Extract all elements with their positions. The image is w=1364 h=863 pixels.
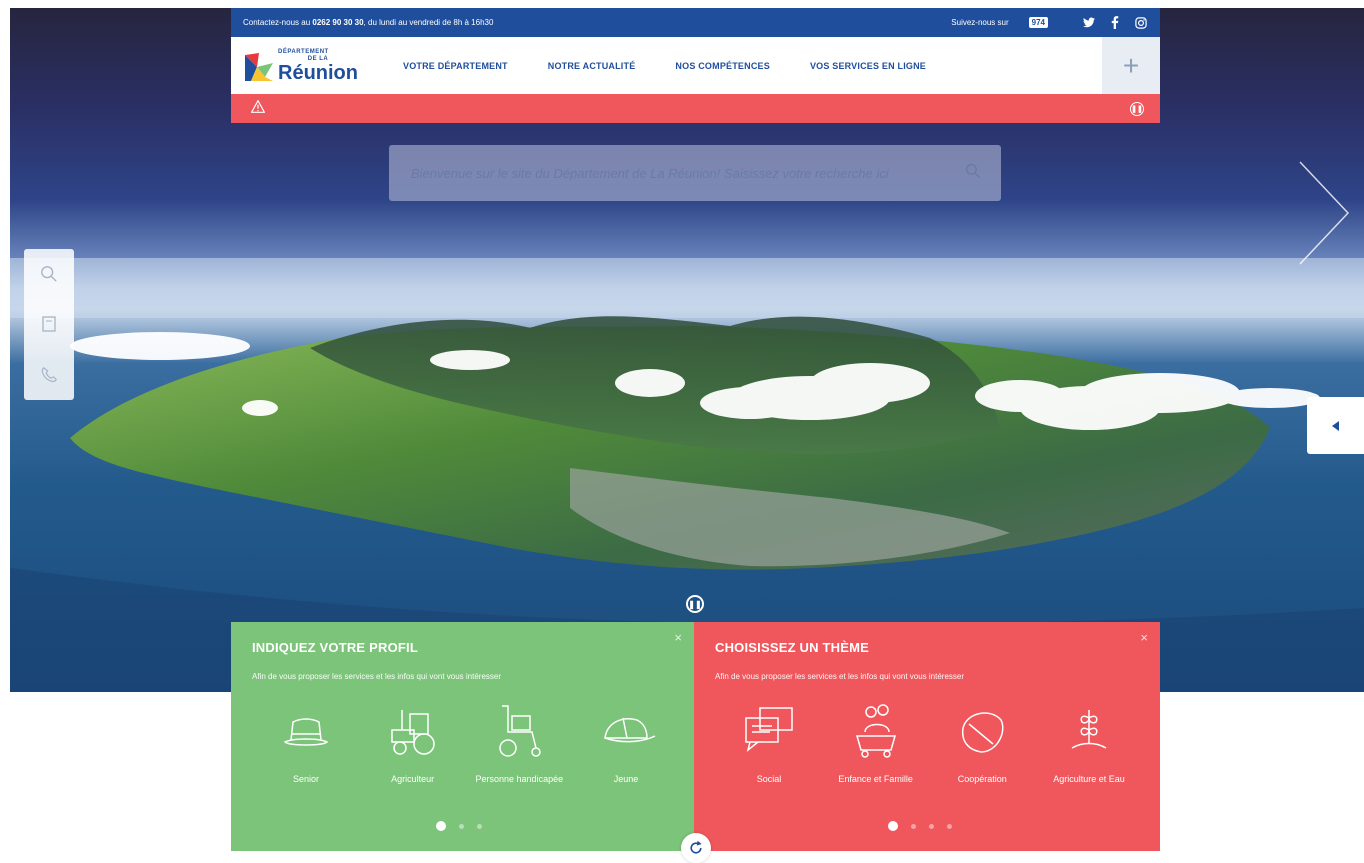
pagination-dot[interactable] bbox=[477, 823, 482, 829]
alert-bar: ❚❚ bbox=[231, 94, 1160, 123]
side-panel-toggle[interactable] bbox=[1307, 397, 1364, 454]
theme-subtitle: Afin de vous proposer les services et le… bbox=[715, 672, 965, 681]
nav-notre-actualite[interactable]: NOTRE ACTUALITÉ bbox=[548, 61, 636, 71]
theme-card: × CHOISISSEZ UN THÈME Afin de vous propo… bbox=[694, 622, 1160, 851]
alert-pause-icon[interactable]: ❚❚ bbox=[1130, 101, 1144, 116]
theme-pagination bbox=[888, 821, 965, 831]
nav-nos-competences[interactable]: NOS COMPÉTENCES bbox=[675, 61, 770, 71]
search-box bbox=[389, 145, 1001, 201]
profile-item-senior[interactable]: Senior bbox=[256, 702, 356, 784]
follow-label: Suivez-nous sur bbox=[951, 18, 1009, 27]
pagination-dot[interactable] bbox=[929, 823, 934, 829]
profile-item-handicape[interactable]: Personne handicapée bbox=[469, 702, 569, 784]
side-phone-icon[interactable] bbox=[38, 364, 60, 386]
logo-line1: DÉPARTEMENT bbox=[278, 48, 329, 55]
side-tools bbox=[24, 249, 74, 400]
main-nav: VOTRE DÉPARTEMENT NOTRE ACTUALITÉ NOS CO… bbox=[403, 61, 966, 71]
pagination-dot[interactable] bbox=[436, 821, 446, 831]
pagination-dot[interactable] bbox=[888, 821, 898, 831]
profile-subtitle: Afin de vous proposer les services et le… bbox=[252, 672, 502, 681]
theme-item-enfance-famille[interactable]: Enfance et Famille bbox=[826, 702, 926, 784]
warning-icon bbox=[250, 98, 266, 118]
plant-icon bbox=[1071, 710, 1107, 749]
search-icon[interactable] bbox=[965, 163, 981, 184]
profile-item-jeune[interactable]: Jeune bbox=[576, 702, 676, 784]
nav-votre-departement[interactable]: VOTRE DÉPARTEMENT bbox=[403, 61, 508, 71]
refresh-icon[interactable] bbox=[681, 833, 711, 863]
hero-pause-icon[interactable]: ❚❚ bbox=[686, 595, 704, 613]
facebook-icon[interactable] bbox=[1108, 16, 1122, 30]
logo[interactable]: DÉPARTEMENT DE LA Réunion bbox=[243, 49, 383, 83]
theme-item-agriculture-eau[interactable]: Agriculture et Eau bbox=[1039, 702, 1139, 784]
cap-icon bbox=[604, 717, 656, 743]
profile-pagination bbox=[436, 821, 495, 831]
side-search-icon[interactable] bbox=[38, 263, 60, 285]
family-icon bbox=[855, 704, 896, 758]
contact-phone[interactable]: 0262 90 30 30 bbox=[312, 18, 363, 27]
tractor-icon bbox=[390, 710, 435, 755]
profile-card: × INDIQUEZ VOTRE PROFIL Afin de vous pro… bbox=[231, 622, 694, 851]
theme-title: CHOISISSEZ UN THÈME bbox=[715, 640, 870, 655]
contact-info: Contactez-nous au 0262 90 30 30, du lund… bbox=[243, 18, 494, 27]
logo-name: Réunion bbox=[278, 61, 358, 84]
hat-icon bbox=[283, 718, 329, 746]
instagram-icon[interactable] bbox=[1134, 16, 1148, 30]
side-document-icon[interactable] bbox=[38, 313, 60, 335]
badge-974[interactable]: 974 bbox=[1028, 17, 1048, 28]
nav-vos-services-en-ligne[interactable]: VOS SERVICES EN LIGNE bbox=[810, 61, 926, 71]
slider-next-arrow[interactable] bbox=[1296, 160, 1356, 266]
profile-title: INDIQUEZ VOTRE PROFIL bbox=[252, 640, 418, 655]
theme-item-social[interactable]: Social bbox=[719, 702, 819, 784]
pagination-dot[interactable] bbox=[459, 823, 464, 829]
caret-left-icon bbox=[1331, 420, 1339, 431]
chat-icon bbox=[745, 707, 793, 752]
menu-plus-button[interactable]: + bbox=[1102, 37, 1160, 94]
pagination-dot[interactable] bbox=[947, 823, 952, 829]
profile-item-agriculteur[interactable]: Agriculteur bbox=[363, 702, 463, 784]
top-info-bar: Contactez-nous au 0262 90 30 30, du lund… bbox=[231, 8, 1160, 37]
wheelchair-icon bbox=[499, 705, 542, 757]
twitter-icon[interactable] bbox=[1082, 16, 1096, 30]
leaf-icon bbox=[962, 712, 1004, 753]
pagination-dot[interactable] bbox=[911, 823, 916, 829]
logo-mark-icon bbox=[243, 51, 273, 81]
profile-close-icon[interactable]: × bbox=[674, 630, 682, 645]
main-header: DÉPARTEMENT DE LA Réunion VOTRE DÉPARTEM… bbox=[231, 37, 1160, 94]
search-input[interactable] bbox=[409, 164, 965, 182]
theme-item-cooperation[interactable]: Coopération bbox=[932, 702, 1032, 784]
theme-close-icon[interactable]: × bbox=[1140, 630, 1148, 645]
